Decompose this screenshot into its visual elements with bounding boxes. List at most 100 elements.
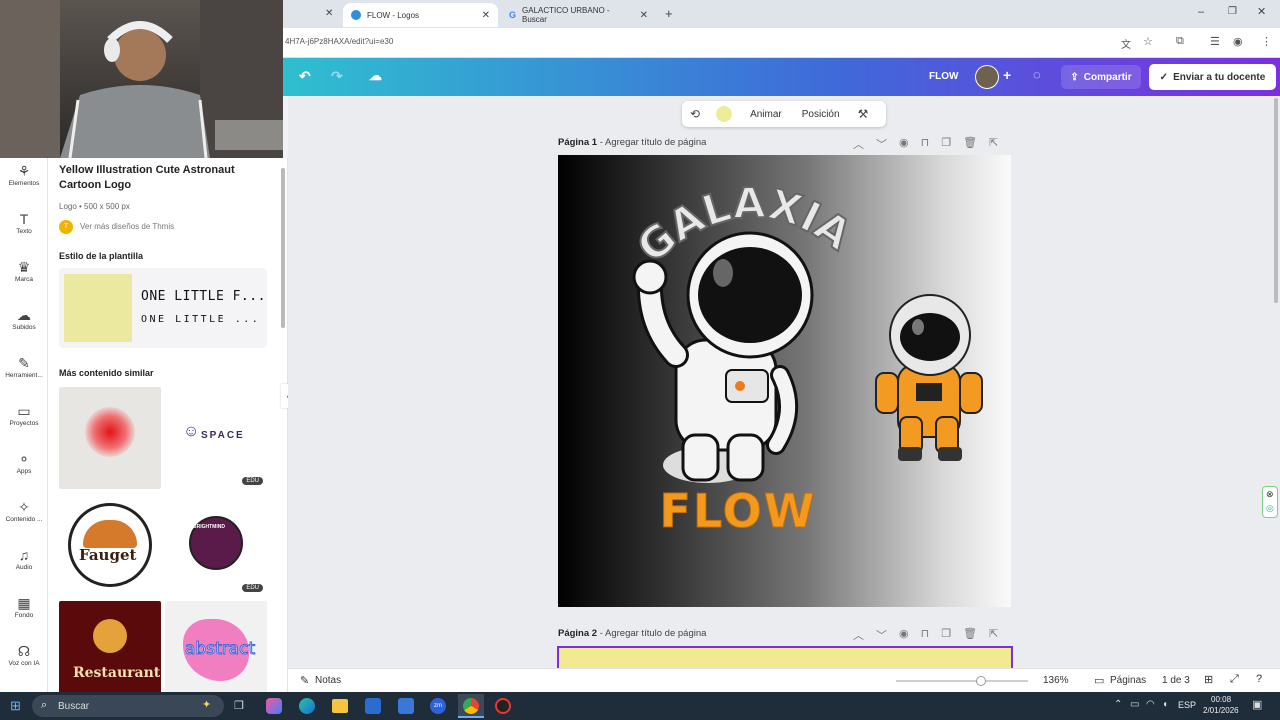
chevron-up-icon[interactable]: ︿ [853,627,864,643]
clock-date[interactable]: 2/01/2026 [1203,706,1239,715]
author-link[interactable]: Ver más diseños de Thmis [80,222,174,231]
tab-galactico-urbano[interactable]: G GALACTICO URBANO - Buscar ✕ [501,3,656,27]
side-assistant-widget[interactable]: ⊗ ◎ [1262,486,1278,518]
zoom-slider[interactable] [896,676,1028,686]
zoom-app-icon[interactable]: zm [430,698,446,714]
restore-icon[interactable]: ❐ [1228,6,1237,17]
similar-thumb-brightmind[interactable]: BRIGHTMIND EDU [165,494,267,596]
rail-item-elementos[interactable]: ⚘ Elementos [0,162,48,187]
similar-thumb-red-glow[interactable] [59,387,161,489]
eye-icon[interactable]: ◉ [899,627,909,643]
notifications-icon[interactable]: ▣ [1252,698,1262,711]
volume-icon[interactable]: ◖ [1162,699,1168,710]
address-bar[interactable]: 4H7A-j6Pz8HAXA/edit?ui=e30 文 ☆ ⧉ ☰ ◉ ⋮ [283,28,1280,58]
wifi-icon[interactable]: ◠ [1146,699,1155,710]
rail-item-voz-con-ia[interactable]: ☊ Voz con IA [0,642,48,667]
copilot-app-icon[interactable] [266,698,282,714]
rail-item-contenido[interactable]: ✧ Contenido ... [0,498,48,523]
tab-flow-logos[interactable]: FLOW - Logos ✕ [343,3,498,27]
recorder-app-icon[interactable] [495,698,511,714]
duplicate-icon[interactable]: ❐ [941,627,951,643]
paint-format-icon[interactable]: ⚒ [858,107,869,121]
taskbar-search[interactable]: ⌕ Buscar ✦ [32,695,224,717]
close-tab-icon[interactable]: ✕ [482,10,490,21]
rail-item-audio[interactable]: ♫ Audio [0,546,48,571]
design-name[interactable]: FLOW [929,71,958,82]
comment-icon[interactable]: ◌ [1033,67,1041,82]
chevron-up-icon[interactable]: ︿ [853,136,864,152]
add-page-icon[interactable]: ⇱ [989,136,998,152]
lock-icon[interactable]: ⊓ [921,136,930,152]
page-1-canvas[interactable]: GALAXIA FLOW [558,155,1011,607]
share-button[interactable]: ⇪ Compartir [1061,65,1141,89]
task-view-icon[interactable]: ❐ [234,699,244,712]
help-icon[interactable]: ? [1256,673,1262,685]
rail-item-fondo[interactable]: ▦ Fondo [0,594,48,619]
trash-icon[interactable]: 🗑 [963,136,977,152]
media-icon[interactable]: ☰ [1210,35,1220,48]
similar-thumb-abstract[interactable]: abstract [165,601,267,692]
store-icon[interactable] [365,698,381,714]
page-title-hint[interactable]: - Agregar título de página [600,628,707,639]
fullscreen-icon[interactable]: ⤢ [1230,673,1239,686]
new-tab-icon[interactable]: + [665,6,673,21]
tray-chevron-up-icon[interactable]: ⌃ [1114,699,1122,710]
send-to-teacher-button[interactable]: ✓ Enviar a tu docente [1149,64,1276,90]
template-style-card[interactable]: ONE LITTLE F... ONE LITTLE ... [59,268,267,348]
file-explorer-icon[interactable] [332,699,348,713]
profile-icon[interactable]: ◉ [1233,35,1243,48]
rail-item-marca[interactable]: ♛ Marca [0,258,48,283]
network-icon[interactable]: ▭ [1130,699,1139,710]
animate-button[interactable]: Animar [750,109,782,120]
avatar[interactable] [975,65,999,89]
panel-scrollbar[interactable] [281,168,285,328]
add-page-icon[interactable]: ⇱ [989,627,998,643]
rail-item-subidos[interactable]: ☁ Subidos [0,306,48,331]
url-text[interactable]: 4H7A-j6Pz8HAXA/edit?ui=e30 [285,37,393,46]
extensions-icon[interactable]: ⧉ [1176,35,1184,48]
page-1-label[interactable]: Página 1 - Agregar título de página [558,137,706,148]
clock-time[interactable]: 00:08 [1211,695,1231,704]
language-indicator[interactable]: ESP [1178,700,1196,710]
eye-icon[interactable]: ◉ [899,136,909,152]
windows-start-icon[interactable]: ⊞ [10,698,21,714]
translate-icon[interactable]: 文 [1121,36,1131,51]
similar-thumb-space[interactable]: ☺ SPACE EDU [165,387,267,489]
editor-scrollbar[interactable] [1274,98,1278,303]
chevron-down-icon[interactable]: ﹀ [876,136,887,152]
position-button[interactable]: Posición [802,109,840,120]
duplicate-icon[interactable]: ❐ [941,136,951,152]
rail-item-herramient[interactable]: ✎ Herramient... [0,354,48,379]
page-2-label[interactable]: Página 2 - Agregar título de página [558,628,706,639]
color-swatch-button[interactable] [716,106,733,122]
rail-item-texto[interactable]: T Texto [0,210,48,235]
notes-icon[interactable]: ✎ [300,674,309,687]
redo-icon[interactable]: ↷ [331,68,343,85]
rail-item-proyectos[interactable]: ▭ Proyectos [0,402,48,427]
zoom-slider-handle[interactable] [976,676,986,686]
chrome-taskbar-item[interactable] [458,694,484,718]
grid-view-icon[interactable]: ⊞ [1204,673,1213,686]
cloud-save-icon[interactable]: ☁ [369,68,382,84]
close-window-icon[interactable]: ✕ [1257,5,1266,18]
mail-icon[interactable] [398,698,414,714]
close-tab-icon[interactable]: ✕ [325,8,333,19]
similar-thumb-restaurant[interactable]: Restaurant [59,601,161,692]
more-menu-icon[interactable]: ⋮ [1261,35,1272,48]
close-icon[interactable]: ⊗ [1266,489,1274,500]
page-2-canvas[interactable] [557,646,1013,668]
minimize-icon[interactable]: – [1198,6,1204,18]
trash-icon[interactable]: 🗑 [963,627,977,643]
notes-button[interactable]: Notas [315,675,341,686]
similar-thumb-fauget[interactable]: Fauget [59,494,161,596]
bookmark-star-icon[interactable]: ☆ [1143,35,1153,48]
lock-icon[interactable]: ⊓ [921,627,930,643]
close-tab-icon[interactable]: ✕ [640,10,648,21]
edge-icon[interactable] [299,698,315,714]
pages-button[interactable]: Páginas [1110,675,1146,686]
pages-icon[interactable]: ▭ [1094,674,1104,687]
assistant-icon[interactable]: ◎ [1266,503,1274,514]
zoom-level[interactable]: 136% [1043,675,1069,686]
replace-icon[interactable]: ⟲ [690,107,700,121]
chevron-down-icon[interactable]: ﹀ [876,627,887,643]
